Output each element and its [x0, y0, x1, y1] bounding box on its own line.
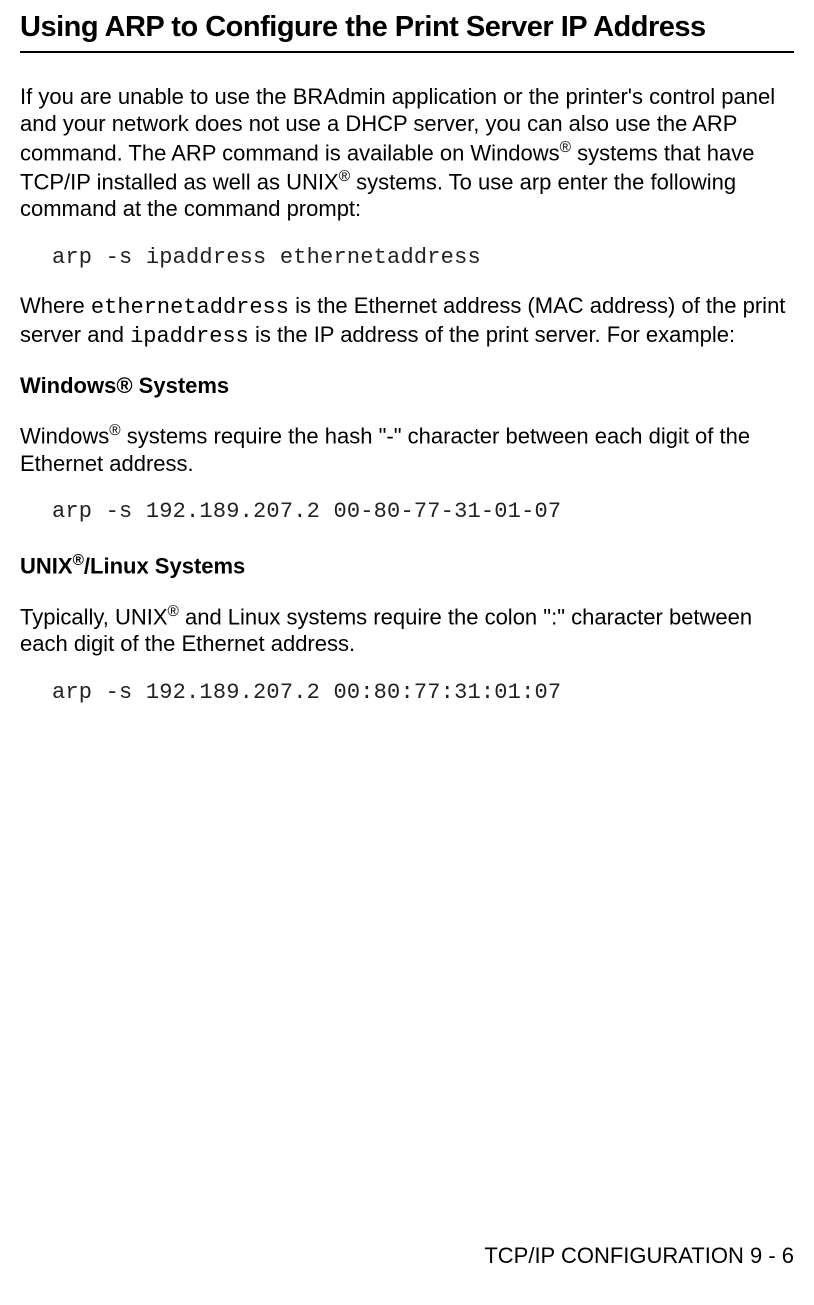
windows-subheading: Windows® Systems [20, 373, 794, 399]
registered-mark: ® [73, 552, 84, 569]
text-segment: /Linux Systems [84, 554, 245, 579]
registered-mark: ® [339, 168, 350, 185]
heading-rule [20, 51, 794, 53]
text-segment: Typically, UNIX [20, 604, 168, 629]
main-heading: Using ARP to Configure the Print Server … [20, 10, 794, 45]
intro-paragraph: If you are unable to use the BRAdmin app… [20, 83, 794, 223]
inline-code-ipaddress: ipaddress [130, 324, 249, 349]
inline-code-ethernetaddress: ethernetaddress [91, 295, 289, 320]
text-segment: is the IP address of the print server. F… [249, 322, 735, 347]
unix-paragraph: Typically, UNIX® and Linux systems requi… [20, 602, 794, 658]
text-segment: Where [20, 293, 91, 318]
code-arp-windows: arp -s 192.189.207.2 00-80-77-31-01-07 [52, 499, 794, 524]
windows-paragraph: Windows® systems require the hash "-" ch… [20, 421, 794, 477]
explanation-paragraph: Where ethernetaddress is the Ethernet ad… [20, 292, 794, 351]
code-arp-unix: arp -s 192.189.207.2 00:80:77:31:01:07 [52, 680, 794, 705]
text-segment: Windows [20, 423, 109, 448]
registered-mark: ® [168, 603, 179, 620]
code-arp-syntax: arp -s ipaddress ethernetaddress [52, 245, 794, 270]
registered-mark: ® [560, 139, 571, 156]
text-segment: UNIX [20, 554, 73, 579]
unix-subheading: UNIX®/Linux Systems [20, 552, 794, 579]
page-footer: TCP/IP CONFIGURATION 9 - 6 [484, 1243, 794, 1269]
registered-mark: ® [109, 422, 120, 439]
text-segment: systems require the hash "-" character b… [20, 423, 750, 476]
